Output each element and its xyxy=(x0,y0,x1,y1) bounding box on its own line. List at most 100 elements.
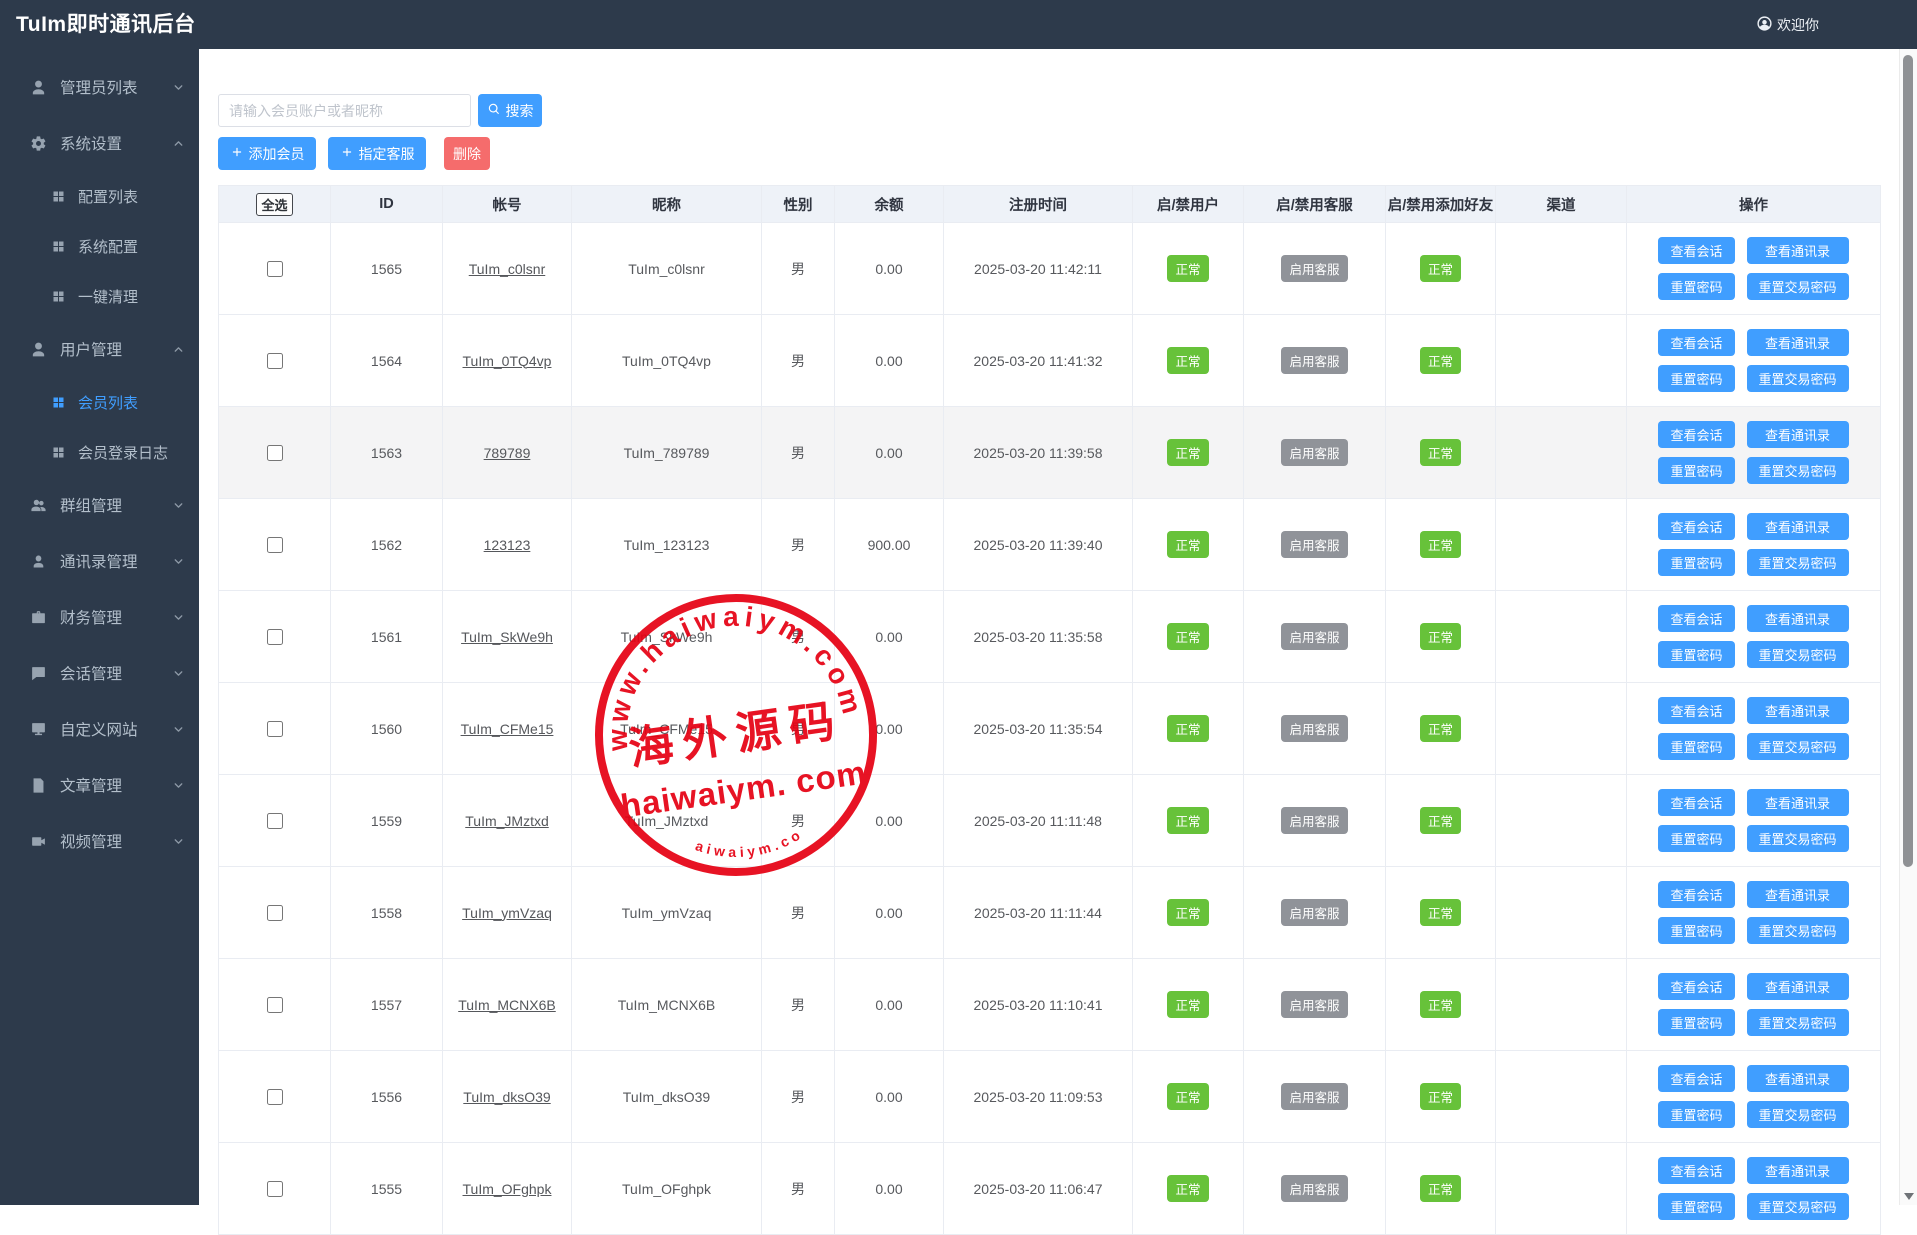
view-session-button[interactable]: 查看会话 xyxy=(1658,973,1734,1000)
account-link[interactable]: TuIm_MCNX6B xyxy=(458,997,556,1013)
row-checkbox[interactable] xyxy=(267,997,283,1013)
reset-trade-password-button[interactable]: 重置交易密码 xyxy=(1747,549,1849,576)
sidebar-item-user-management[interactable]: 用户管理 xyxy=(0,321,199,377)
row-checkbox[interactable] xyxy=(267,1181,283,1197)
account-link[interactable]: TuIm_OFghpk xyxy=(463,1181,552,1197)
reset-password-button[interactable]: 重置密码 xyxy=(1658,365,1734,392)
reset-password-button[interactable]: 重置密码 xyxy=(1658,917,1734,944)
reset-trade-password-button[interactable]: 重置交易密码 xyxy=(1747,365,1849,392)
friend-status-badge[interactable]: 正常 xyxy=(1420,531,1461,558)
service-status-badge[interactable]: 启用客服 xyxy=(1281,899,1347,926)
user-status-badge[interactable]: 正常 xyxy=(1167,807,1208,834)
view-session-button[interactable]: 查看会话 xyxy=(1658,605,1734,632)
user-status-badge[interactable]: 正常 xyxy=(1167,715,1208,742)
reset-password-button[interactable]: 重置密码 xyxy=(1658,733,1734,760)
reset-password-button[interactable]: 重置密码 xyxy=(1658,1009,1734,1036)
view-contacts-button[interactable]: 查看通讯录 xyxy=(1747,513,1849,540)
view-session-button[interactable]: 查看会话 xyxy=(1658,421,1734,448)
welcome-user[interactable]: 欢迎你 xyxy=(1756,0,1819,49)
reset-password-button[interactable]: 重置密码 xyxy=(1658,273,1734,300)
view-contacts-button[interactable]: 查看通讯录 xyxy=(1747,605,1849,632)
view-session-button[interactable]: 查看会话 xyxy=(1658,1065,1734,1092)
sidebar-item-session-management[interactable]: 会话管理 xyxy=(0,645,199,701)
view-contacts-button[interactable]: 查看通讯录 xyxy=(1747,1157,1849,1184)
service-status-badge[interactable]: 启用客服 xyxy=(1281,1175,1347,1202)
reset-password-button[interactable]: 重置密码 xyxy=(1658,549,1734,576)
friend-status-badge[interactable]: 正常 xyxy=(1420,807,1461,834)
row-checkbox[interactable] xyxy=(267,629,283,645)
reset-trade-password-button[interactable]: 重置交易密码 xyxy=(1747,917,1849,944)
reset-trade-password-button[interactable]: 重置交易密码 xyxy=(1747,1193,1849,1220)
reset-password-button[interactable]: 重置密码 xyxy=(1658,457,1734,484)
reset-trade-password-button[interactable]: 重置交易密码 xyxy=(1747,1101,1849,1128)
row-checkbox[interactable] xyxy=(267,1089,283,1105)
reset-trade-password-button[interactable]: 重置交易密码 xyxy=(1747,1009,1849,1036)
view-session-button[interactable]: 查看会话 xyxy=(1658,1157,1734,1184)
sidebar-item-group-management[interactable]: 群组管理 xyxy=(0,477,199,533)
service-status-badge[interactable]: 启用客服 xyxy=(1281,807,1347,834)
row-checkbox[interactable] xyxy=(267,445,283,461)
account-link[interactable]: 123123 xyxy=(484,537,531,553)
user-status-badge[interactable]: 正常 xyxy=(1167,1083,1208,1110)
row-checkbox[interactable] xyxy=(267,721,283,737)
user-status-badge[interactable]: 正常 xyxy=(1167,899,1208,926)
service-status-badge[interactable]: 启用客服 xyxy=(1281,623,1347,650)
row-checkbox[interactable] xyxy=(267,905,283,921)
sidebar-item-member-list[interactable]: 会员列表 xyxy=(0,377,199,427)
user-status-badge[interactable]: 正常 xyxy=(1167,531,1208,558)
friend-status-badge[interactable]: 正常 xyxy=(1420,623,1461,650)
service-status-badge[interactable]: 启用客服 xyxy=(1281,531,1347,558)
user-status-badge[interactable]: 正常 xyxy=(1167,991,1208,1018)
scroll-down-arrow[interactable] xyxy=(1904,1193,1914,1200)
scrollbar[interactable] xyxy=(1899,49,1917,1205)
sidebar-item-config-list[interactable]: 配置列表 xyxy=(0,171,199,221)
user-status-badge[interactable]: 正常 xyxy=(1167,1175,1208,1202)
row-checkbox[interactable] xyxy=(267,537,283,553)
account-link[interactable]: TuIm_dksO39 xyxy=(463,1089,550,1105)
view-contacts-button[interactable]: 查看通讯录 xyxy=(1747,421,1849,448)
service-status-badge[interactable]: 启用客服 xyxy=(1281,1083,1347,1110)
sidebar-item-system-settings[interactable]: 系统设置 xyxy=(0,115,199,171)
friend-status-badge[interactable]: 正常 xyxy=(1420,715,1461,742)
service-status-badge[interactable]: 启用客服 xyxy=(1281,991,1347,1018)
view-contacts-button[interactable]: 查看通讯录 xyxy=(1747,697,1849,724)
friend-status-badge[interactable]: 正常 xyxy=(1420,991,1461,1018)
view-session-button[interactable]: 查看会话 xyxy=(1658,789,1734,816)
service-status-badge[interactable]: 启用客服 xyxy=(1281,715,1347,742)
search-button[interactable]: 搜索 xyxy=(478,94,542,127)
service-status-badge[interactable]: 启用客服 xyxy=(1281,255,1347,282)
account-link[interactable]: TuIm_ymVzaq xyxy=(462,905,552,921)
sidebar-item-finance-management[interactable]: 财务管理 xyxy=(0,589,199,645)
view-contacts-button[interactable]: 查看通讯录 xyxy=(1747,329,1849,356)
user-status-badge[interactable]: 正常 xyxy=(1167,347,1208,374)
row-checkbox[interactable] xyxy=(267,261,283,277)
view-session-button[interactable]: 查看会话 xyxy=(1658,697,1734,724)
friend-status-badge[interactable]: 正常 xyxy=(1420,439,1461,466)
reset-password-button[interactable]: 重置密码 xyxy=(1658,1101,1734,1128)
account-link[interactable]: TuIm_CFMe15 xyxy=(461,721,554,737)
user-status-badge[interactable]: 正常 xyxy=(1167,439,1208,466)
sidebar-item-article-management[interactable]: 文章管理 xyxy=(0,757,199,813)
account-link[interactable]: TuIm_JMztxd xyxy=(465,813,549,829)
account-link[interactable]: 789789 xyxy=(484,445,531,461)
sidebar-item-one-click-clean[interactable]: 一键清理 xyxy=(0,271,199,321)
account-link[interactable]: TuIm_0TQ4vp xyxy=(463,353,552,369)
friend-status-badge[interactable]: 正常 xyxy=(1420,255,1461,282)
friend-status-badge[interactable]: 正常 xyxy=(1420,1175,1461,1202)
friend-status-badge[interactable]: 正常 xyxy=(1420,899,1461,926)
row-checkbox[interactable] xyxy=(267,813,283,829)
view-session-button[interactable]: 查看会话 xyxy=(1658,881,1734,908)
sidebar-item-admin-list[interactable]: 管理员列表 xyxy=(0,59,199,115)
view-session-button[interactable]: 查看会话 xyxy=(1658,329,1734,356)
reset-password-button[interactable]: 重置密码 xyxy=(1658,1193,1734,1220)
service-status-badge[interactable]: 启用客服 xyxy=(1281,347,1347,374)
account-link[interactable]: TuIm_c0lsnr xyxy=(469,261,546,277)
delete-button[interactable]: 删除 xyxy=(444,137,490,170)
reset-password-button[interactable]: 重置密码 xyxy=(1658,825,1734,852)
service-status-badge[interactable]: 启用客服 xyxy=(1281,439,1347,466)
scrollbar-thumb[interactable] xyxy=(1903,55,1913,867)
account-link[interactable]: TuIm_SkWe9h xyxy=(461,629,553,645)
reset-trade-password-button[interactable]: 重置交易密码 xyxy=(1747,641,1849,668)
sidebar-item-custom-website[interactable]: 自定义网站 xyxy=(0,701,199,757)
row-checkbox[interactable] xyxy=(267,353,283,369)
